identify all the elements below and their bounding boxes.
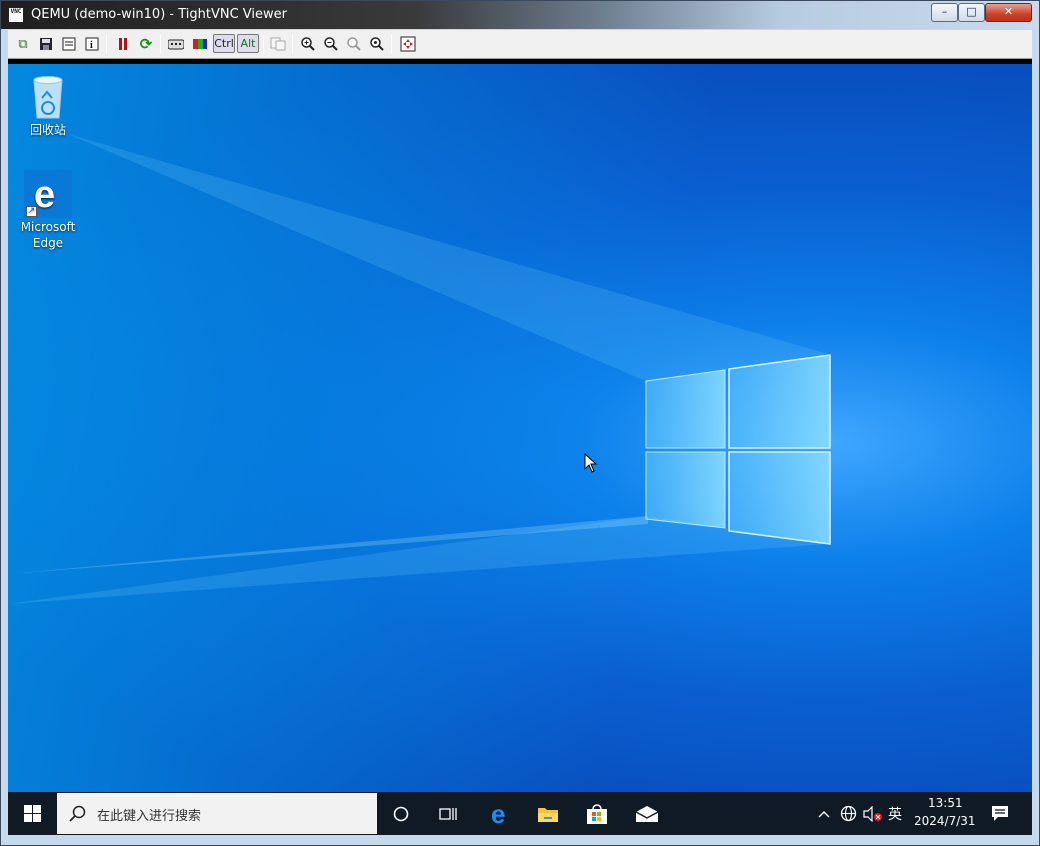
zoom-100-icon[interactable] — [344, 34, 364, 54]
vnc-viewer-window: VNC QEMU (demo-win10) - TightVNC Viewer … — [0, 0, 1040, 846]
desktop-icon-label: 回收站 — [29, 123, 66, 137]
taskbar-edge-button[interactable]: e — [480, 792, 520, 835]
svg-text:e: e — [491, 802, 505, 826]
edge-icon: e — [491, 802, 505, 826]
zoom-out-icon[interactable] — [321, 34, 341, 54]
desktop-icon-recycle-bin[interactable]: 回收站 — [15, 72, 81, 139]
folder-icon — [538, 807, 558, 822]
zoom-in-icon[interactable] — [298, 34, 318, 54]
remote-desktop[interactable]: 回收站 e ↗ Microsoft Edge — [8, 64, 1032, 792]
chevron-up-icon — [818, 810, 830, 817]
task-view-icon — [439, 807, 457, 820]
notification-icon — [992, 806, 1008, 821]
taskbar-store-button[interactable] — [577, 792, 617, 835]
send-keys-icon[interactable] — [166, 34, 186, 54]
store-bag-icon — [587, 803, 607, 824]
action-center-button[interactable] — [988, 792, 1012, 835]
maximize-button[interactable]: □ — [958, 3, 985, 22]
edge-icon: e ↗ — [24, 170, 72, 218]
show-hidden-icons-button[interactable] — [816, 792, 832, 835]
mail-icon — [635, 805, 659, 822]
close-button[interactable]: ✕ — [985, 3, 1032, 22]
clock-date[interactable]: 2024/7/31 — [914, 814, 976, 828]
svg-text:e: e — [34, 174, 55, 216]
mouse-cursor-icon — [584, 453, 598, 473]
ctrl-toggle-button[interactable]: Ctrl — [213, 34, 235, 53]
toolbar-separator — [292, 35, 293, 54]
vnc-toolbar: ⧉ i ⟳ Ctrl Alt — [8, 30, 1032, 59]
windows-logo — [645, 354, 831, 545]
taskbar-mail-button[interactable] — [627, 792, 667, 835]
options-icon[interactable] — [59, 34, 79, 54]
window-title: QEMU (demo-win10) - TightVNC Viewer — [31, 7, 287, 22]
alt-toggle-button[interactable]: Alt — [237, 34, 259, 53]
window-bottom-frame — [8, 835, 1032, 845]
recycle-bin-icon — [33, 76, 63, 119]
shortcut-arrow-icon: ↗ — [26, 206, 37, 217]
cortana-circle-icon — [393, 806, 409, 821]
pause-icon[interactable] — [113, 34, 133, 54]
windows-start-icon — [24, 805, 41, 822]
svg-text:i: i — [90, 40, 93, 51]
desktop-icon-label: Edge — [32, 236, 64, 250]
taskbar-file-explorer-button[interactable] — [528, 792, 568, 835]
toolbar-separator — [391, 35, 392, 54]
task-view-button[interactable] — [428, 792, 468, 835]
search-placeholder: 在此键入进行搜索 — [97, 809, 202, 824]
globe-network-icon — [840, 805, 856, 822]
send-ctrl-alt-del-icon[interactable] — [190, 34, 210, 54]
desktop-icon-microsoft-edge[interactable]: e ↗ Microsoft Edge — [15, 170, 81, 252]
ime-indicator[interactable]: 英 — [888, 804, 902, 824]
toolbar-separator — [263, 35, 264, 54]
volume-button[interactable] — [862, 792, 884, 835]
fullscreen-icon[interactable] — [398, 34, 418, 54]
toolbar-separator — [160, 35, 161, 54]
desktop-icon-label: Microsoft — [20, 220, 76, 234]
toolbar-separator — [106, 35, 107, 54]
network-button[interactable] — [838, 792, 858, 835]
info-icon[interactable]: i — [82, 34, 102, 54]
speaker-muted-icon — [863, 805, 882, 822]
taskbar-search-box[interactable]: 在此键入进行搜索 — [57, 793, 377, 834]
new-connection-icon[interactable]: ⧉ — [13, 34, 33, 54]
vnc-app-icon: VNC — [8, 7, 24, 23]
cortana-button[interactable] — [381, 792, 421, 835]
start-button[interactable] — [8, 792, 57, 835]
title-bar[interactable]: VNC QEMU (demo-win10) - TightVNC Viewer … — [1, 1, 1039, 29]
save-icon[interactable] — [36, 34, 56, 54]
transfer-files-icon[interactable] — [268, 34, 288, 54]
refresh-icon[interactable]: ⟳ — [136, 34, 156, 54]
zoom-auto-icon[interactable] — [367, 34, 387, 54]
minimize-button[interactable]: – — [931, 3, 958, 22]
windows-taskbar: 在此键入进行搜索 e 英 13:51 2024/7/31 — [8, 792, 1032, 835]
clock-time[interactable]: 13:51 — [928, 796, 963, 810]
search-icon — [69, 805, 86, 822]
